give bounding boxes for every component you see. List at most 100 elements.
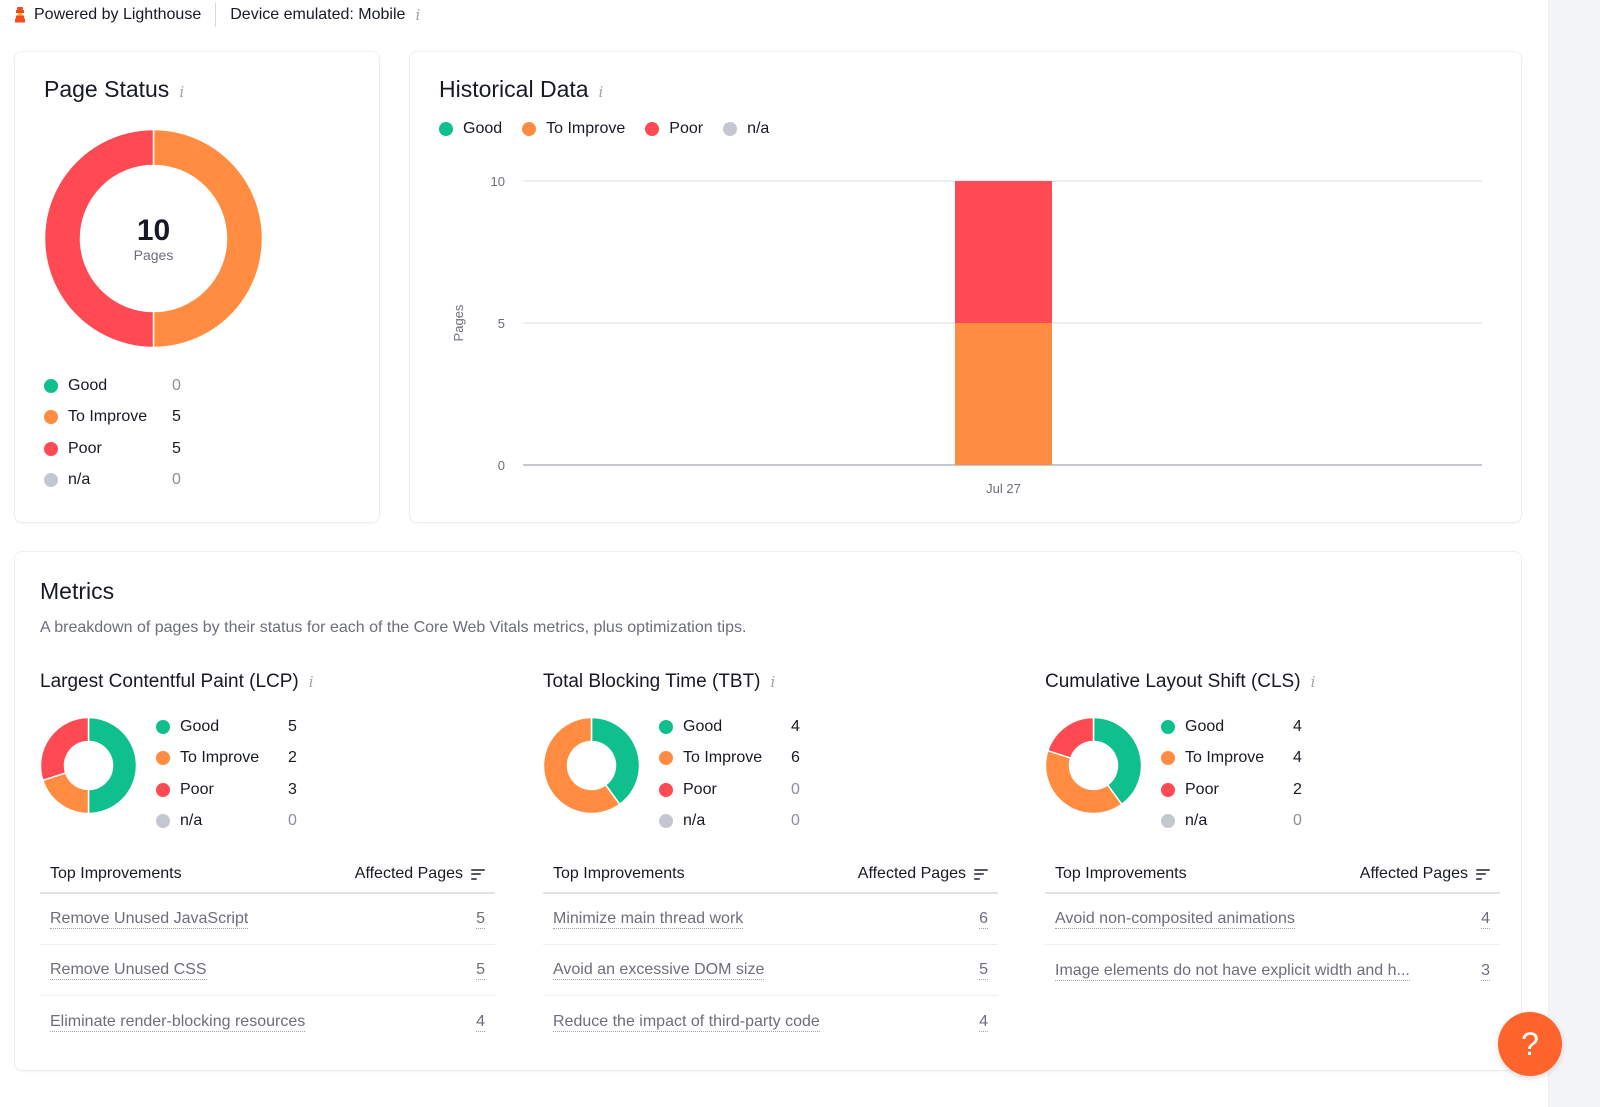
x-tick-label: Jul 27 [986, 481, 1021, 496]
legend-label: Good [1185, 717, 1225, 735]
info-icon[interactable]: i [309, 673, 314, 691]
top-improvements-table: Top Improvements Affected Pages Avoid non-… [1045, 856, 1500, 996]
legend-label: n/a [747, 120, 770, 137]
legend-item-na[interactable]: n/a [723, 120, 769, 138]
bar-segment-poor[interactable] [955, 181, 1052, 323]
table-row: Eliminate render-blocking resources 4 [40, 996, 495, 1047]
info-icon[interactable]: i [771, 673, 776, 691]
status-dot-icon [156, 751, 170, 766]
metric-lcp-slice-good[interactable] [87, 717, 137, 814]
legend-item-poor[interactable]: Poor [645, 120, 703, 138]
column-header-top-improvements: Top Improvements [50, 865, 182, 882]
status-dot-icon [44, 378, 58, 393]
info-icon[interactable]: i [415, 6, 420, 24]
status-dot-icon [645, 122, 660, 136]
help-button[interactable]: ? [1498, 1012, 1562, 1076]
legend-item-to-improve: To Improve 4 [1161, 743, 1302, 775]
metric-lcp-slice-poor[interactable] [40, 717, 90, 782]
legend-item-poor: Poor 3 [156, 774, 297, 806]
historical-data-card: Historical Data i Good To Improve Poor n/a … [409, 51, 1522, 523]
historical-bar-chart: 0 5 10 Pages Jul 27 [451, 174, 1482, 496]
improvement-link[interactable]: Avoid an excessive DOM size [553, 960, 765, 980]
column-header-affected-pages[interactable]: Affected Pages [858, 865, 988, 883]
column-header-affected-pages[interactable]: Affected Pages [355, 865, 485, 883]
table-row: Reduce the impact of third-party code 4 [543, 996, 998, 1047]
affected-pages-count[interactable]: 5 [476, 909, 485, 929]
table-row: Minimize main thread work 6 [543, 894, 998, 945]
affected-pages-count[interactable]: 3 [1481, 961, 1490, 981]
scrollbar-track[interactable] [1548, 0, 1600, 1107]
status-dot-icon [439, 122, 453, 136]
legend-item-to-improve: To Improve 6 [659, 743, 800, 775]
metric-cls: Cumulative Layout Shift (CLS) i Good 4 To Im… [1045, 671, 1500, 981]
y-tick-label: 5 [498, 316, 505, 331]
legend-label: n/a [1185, 812, 1208, 830]
affected-pages-count[interactable]: 5 [476, 960, 485, 980]
sort-icon[interactable] [1476, 868, 1490, 880]
info-icon[interactable]: i [179, 83, 184, 101]
metric-donut [1045, 717, 1142, 814]
metric-title: Largest Contentful Paint (LCP) i [40, 671, 495, 697]
status-dot-icon [156, 814, 170, 829]
affected-pages-count[interactable]: 4 [1481, 909, 1490, 929]
sort-icon[interactable] [974, 868, 988, 880]
metric-title: Cumulative Layout Shift (CLS) i [1045, 671, 1500, 697]
legend-label: Good [463, 120, 503, 137]
affected-pages-count[interactable]: 4 [476, 1012, 485, 1032]
y-tick-label: 10 [491, 174, 505, 189]
legend-item-poor: Poor 2 [1161, 774, 1302, 806]
improvement-link[interactable]: Remove Unused JavaScript [50, 909, 249, 929]
legend-value: 0 [791, 812, 800, 830]
column-header-label: Affected Pages [354, 865, 463, 882]
top-improvements-table: Top Improvements Affected Pages Minimize m… [543, 856, 998, 1047]
table-header: Top Improvements Affected Pages [40, 856, 495, 894]
legend-value: 3 [288, 780, 297, 798]
legend-label: n/a [683, 812, 706, 830]
metric-cls-slice-poor[interactable] [1046, 717, 1095, 760]
affected-pages-count[interactable]: 4 [979, 1012, 988, 1032]
affected-pages-count[interactable]: 5 [979, 960, 988, 980]
info-icon[interactable]: i [599, 83, 604, 101]
legend-label: n/a [68, 471, 91, 489]
page-status-title-text: Page Status [44, 76, 170, 102]
status-dot-icon [156, 719, 170, 734]
sort-icon[interactable] [471, 868, 485, 880]
status-dot-icon [659, 751, 673, 766]
legend-item-good: Good 5 [156, 711, 297, 743]
info-icon[interactable]: i [1311, 673, 1316, 691]
historical-legend: Good To Improve Poor n/a [439, 120, 789, 138]
status-dot-icon [659, 814, 673, 829]
improvement-link[interactable]: Image elements do not have explicit widt… [1055, 961, 1410, 981]
page-status-card: Page Status i 10 Pages Good 0 To Improve 5 P… [14, 51, 380, 523]
metric-legend: Good 5 To Improve 2 Poor 3 n/a 0 [156, 711, 297, 837]
improvement-link[interactable]: Minimize main thread work [553, 909, 744, 929]
legend-item-to-improve[interactable]: To Improve [522, 120, 625, 138]
status-dot-icon [522, 122, 537, 136]
column-header-affected-pages[interactable]: Affected Pages [1360, 865, 1490, 883]
legend-label: Poor [68, 439, 102, 457]
metric-title-text: Largest Contentful Paint (LCP) [40, 671, 299, 692]
legend-value: 0 [172, 376, 181, 394]
legend-value: 2 [1293, 780, 1302, 798]
legend-value: 0 [791, 780, 800, 798]
legend-item-na: n/a 0 [659, 806, 800, 838]
affected-pages-count[interactable]: 6 [979, 909, 988, 929]
metric-legend: Good 4 To Improve 4 Poor 2 n/a 0 [1161, 711, 1302, 837]
improvement-link[interactable]: Eliminate render-blocking resources [50, 1012, 306, 1032]
improvement-link[interactable]: Remove Unused CSS [50, 960, 207, 980]
legend-item-good[interactable]: Good [439, 120, 502, 138]
improvement-link[interactable]: Reduce the impact of third-party code [553, 1012, 820, 1032]
metric-lcp: Largest Contentful Paint (LCP) i Good 5 To I… [40, 671, 495, 1032]
metric-lcp-slice-to-improve[interactable] [41, 771, 90, 814]
bar-segment-to-improve[interactable] [955, 323, 1052, 465]
legend-value: 4 [1293, 749, 1302, 767]
total-pages-label: Pages [133, 246, 174, 263]
legend-value: 0 [172, 471, 181, 489]
powered-by-label: Powered by Lighthouse [34, 6, 202, 23]
status-dot-icon [1161, 814, 1175, 829]
legend-value: 5 [172, 439, 181, 457]
legend-value: 4 [791, 717, 800, 735]
legend-item-good: Good 0 [44, 370, 181, 402]
improvement-link[interactable]: Avoid non-composited animations [1055, 909, 1295, 929]
status-dot-icon [156, 782, 170, 797]
